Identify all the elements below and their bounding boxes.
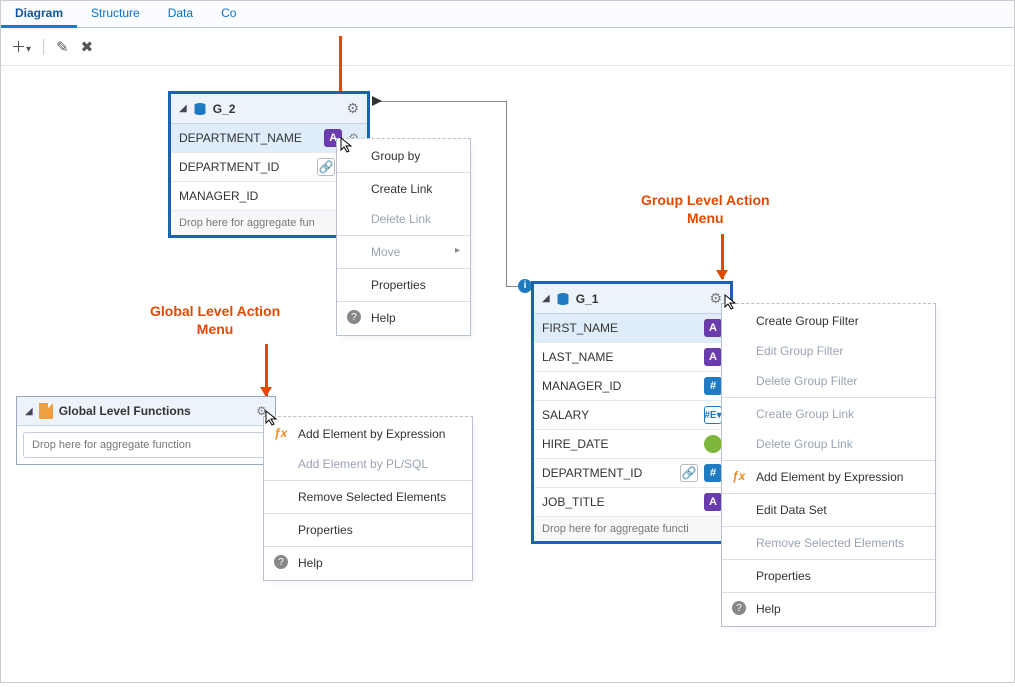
link-icon: 🔗 xyxy=(680,464,698,482)
global-functions-header[interactable]: ◢ Global Level Functions ⚙ xyxy=(17,397,275,426)
column-label: DEPARTMENT_ID xyxy=(542,466,674,480)
tab-data[interactable]: Data xyxy=(154,1,207,27)
type-expression-icon: #E▾ xyxy=(704,406,722,424)
column-label: JOB_TITLE xyxy=(542,495,698,509)
collapse-icon[interactable]: ◢ xyxy=(25,406,33,417)
menu-add-expression[interactable]: ƒx Add Element by Expression xyxy=(264,419,472,449)
connector xyxy=(376,101,506,102)
menu-help[interactable]: ? Help xyxy=(337,303,470,333)
column-label: FIRST_NAME xyxy=(542,321,698,335)
menu-properties[interactable]: Properties xyxy=(337,270,470,300)
menu-remove-selected[interactable]: Remove Selected Elements xyxy=(264,482,472,512)
type-number-icon: # xyxy=(704,377,722,395)
group-action-menu: Create Group Filter Edit Group Filter De… xyxy=(721,303,936,627)
tab-structure[interactable]: Structure xyxy=(77,1,154,27)
column-row[interactable]: FIRST_NAME A xyxy=(534,314,730,343)
type-text-icon: A xyxy=(704,348,722,366)
global-action-menu: ƒx Add Element by Expression Add Element… xyxy=(263,416,473,581)
column-row[interactable]: SALARY #E▾ xyxy=(534,401,730,430)
column-label: MANAGER_ID xyxy=(179,189,335,203)
menu-create-link[interactable]: Create Link xyxy=(337,174,470,204)
menu-add-expression[interactable]: ƒx Add Element by Expression xyxy=(722,462,935,492)
tab-diagram[interactable]: Diagram xyxy=(1,1,77,28)
fx-icon: ƒx xyxy=(732,469,745,483)
connector-start-icon xyxy=(372,96,382,106)
help-icon: ? xyxy=(347,310,361,324)
menu-remove-selected: Remove Selected Elements xyxy=(722,528,935,558)
menu-create-group-link: Create Group Link xyxy=(722,399,935,429)
menu-properties[interactable]: Properties xyxy=(722,561,935,591)
global-functions-title: Global Level Functions xyxy=(59,404,191,418)
annotation-global-level: Global Level ActionMenu xyxy=(150,302,280,338)
menu-edit-dataset[interactable]: Edit Data Set xyxy=(722,495,935,525)
fx-icon: ƒx xyxy=(274,426,287,440)
group-title: G_2 xyxy=(213,102,236,116)
delete-icon[interactable]: ✖ xyxy=(81,38,94,56)
column-label: LAST_NAME xyxy=(542,350,698,364)
type-text-icon: A xyxy=(704,493,722,511)
column-label: SALARY xyxy=(542,408,698,422)
connector xyxy=(506,101,507,286)
group-header-g1[interactable]: ◢ G_1 ⚙ xyxy=(534,284,730,314)
collapse-icon[interactable]: ◢ xyxy=(542,293,550,304)
help-icon: ? xyxy=(732,601,746,615)
link-icon: 🔗 xyxy=(317,158,335,176)
document-icon xyxy=(39,403,53,419)
column-label: DEPARTMENT_ID xyxy=(179,160,311,174)
menu-delete-link: Delete Link xyxy=(337,204,470,234)
menu-add-plsql: Add Element by PL/SQL xyxy=(264,449,472,479)
toolbar-separator xyxy=(43,39,44,55)
aggregate-drop-zone[interactable]: Drop here for aggregate functi xyxy=(534,517,730,541)
type-number-icon: # xyxy=(704,464,722,482)
global-functions-panel: ◢ Global Level Functions ⚙ Drop here for… xyxy=(16,396,276,465)
annotation-group-level: Group Level ActionMenu xyxy=(641,191,770,227)
type-text-icon: A xyxy=(704,319,722,337)
cursor-icon xyxy=(339,136,357,154)
column-row[interactable]: HIRE_DATE xyxy=(534,430,730,459)
menu-edit-group-filter: Edit Group Filter xyxy=(722,336,935,366)
add-button[interactable]: ＋▾ xyxy=(11,36,31,57)
column-row[interactable]: JOB_TITLE A xyxy=(534,488,730,517)
type-date-icon xyxy=(704,435,722,453)
menu-delete-group-filter: Delete Group Filter xyxy=(722,366,935,396)
element-action-menu: Group by Create Link Delete Link Move Pr… xyxy=(336,138,471,336)
menu-help[interactable]: ? Help xyxy=(722,594,935,624)
edit-icon[interactable]: ✎ xyxy=(56,38,69,56)
arrow-global-level xyxy=(265,344,268,396)
group-gear-g2[interactable]: ⚙ xyxy=(346,100,359,117)
column-label: DEPARTMENT_NAME xyxy=(179,131,318,145)
menu-create-group-filter[interactable]: Create Group Filter xyxy=(722,306,935,336)
dataset-icon xyxy=(193,102,207,116)
aggregate-drop-zone[interactable]: Drop here for aggregate function xyxy=(23,432,269,458)
cursor-icon xyxy=(723,293,741,311)
group-panel-g1: ◢ G_1 ⚙ FIRST_NAME A LAST_NAME A MANAGER… xyxy=(531,281,733,544)
group-header-g2[interactable]: ◢ G_2 ⚙ xyxy=(171,94,367,124)
menu-properties[interactable]: Properties xyxy=(264,515,472,545)
diagram-canvas: Element Level Action Global Level Action… xyxy=(1,66,1014,687)
column-row[interactable]: DEPARTMENT_ID 🔗 # xyxy=(534,459,730,488)
menu-help[interactable]: ? Help xyxy=(264,548,472,578)
toolbar: ＋▾ ✎ ✖ xyxy=(1,28,1014,66)
help-icon: ? xyxy=(274,555,288,569)
menu-delete-group-link: Delete Group Link xyxy=(722,429,935,459)
column-label: HIRE_DATE xyxy=(542,437,698,451)
cursor-icon xyxy=(264,409,282,427)
collapse-icon[interactable]: ◢ xyxy=(179,103,187,114)
column-row[interactable]: MANAGER_ID # xyxy=(534,372,730,401)
menu-move: Move xyxy=(337,237,470,267)
dataset-icon xyxy=(556,292,570,306)
tab-code[interactable]: Co xyxy=(207,1,250,27)
group-title: G_1 xyxy=(576,292,599,306)
arrow-group-level xyxy=(721,234,724,279)
column-label: MANAGER_ID xyxy=(542,379,698,393)
info-icon[interactable]: i xyxy=(518,279,532,293)
column-row[interactable]: LAST_NAME A xyxy=(534,343,730,372)
tabs-bar: Diagram Structure Data Co xyxy=(1,1,1014,28)
